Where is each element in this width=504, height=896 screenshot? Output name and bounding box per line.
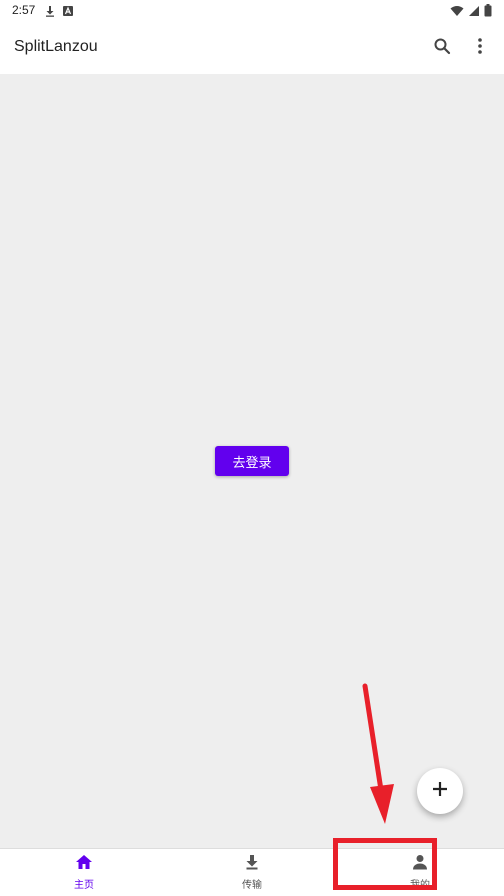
app-title: SplitLanzou bbox=[14, 38, 98, 55]
download-icon bbox=[44, 2, 56, 21]
app-bar-actions bbox=[426, 32, 496, 64]
plus-icon bbox=[432, 781, 448, 801]
nav-label-transfer: 传输 bbox=[242, 880, 262, 891]
login-button[interactable]: 去登录 bbox=[215, 446, 289, 476]
person-icon bbox=[412, 854, 428, 874]
nav-item-home[interactable]: 主页 bbox=[0, 849, 168, 896]
nav-label-mine: 我的 bbox=[410, 880, 430, 891]
status-notification-icons bbox=[44, 4, 74, 18]
download-icon bbox=[245, 854, 259, 874]
wifi-icon bbox=[450, 2, 464, 21]
home-icon bbox=[75, 854, 93, 874]
status-time: 2:57 bbox=[12, 3, 36, 17]
add-fab-button[interactable] bbox=[417, 768, 463, 814]
nav-item-mine[interactable]: 我的 bbox=[336, 849, 504, 896]
search-icon bbox=[433, 37, 451, 59]
a-icon bbox=[62, 2, 74, 21]
bottom-navigation: 主页 传输 我的 bbox=[0, 848, 504, 896]
status-system-icons bbox=[450, 2, 492, 21]
battery-icon bbox=[484, 2, 492, 21]
more-options-button[interactable] bbox=[464, 32, 496, 64]
nav-label-home: 主页 bbox=[74, 880, 94, 891]
more-vert-icon bbox=[477, 37, 483, 59]
status-bar: 2:57 bbox=[0, 0, 504, 22]
nav-item-transfer[interactable]: 传输 bbox=[168, 849, 336, 896]
app-bar: SplitLanzou bbox=[0, 22, 504, 74]
search-button[interactable] bbox=[426, 32, 458, 64]
signal-icon bbox=[468, 2, 480, 21]
